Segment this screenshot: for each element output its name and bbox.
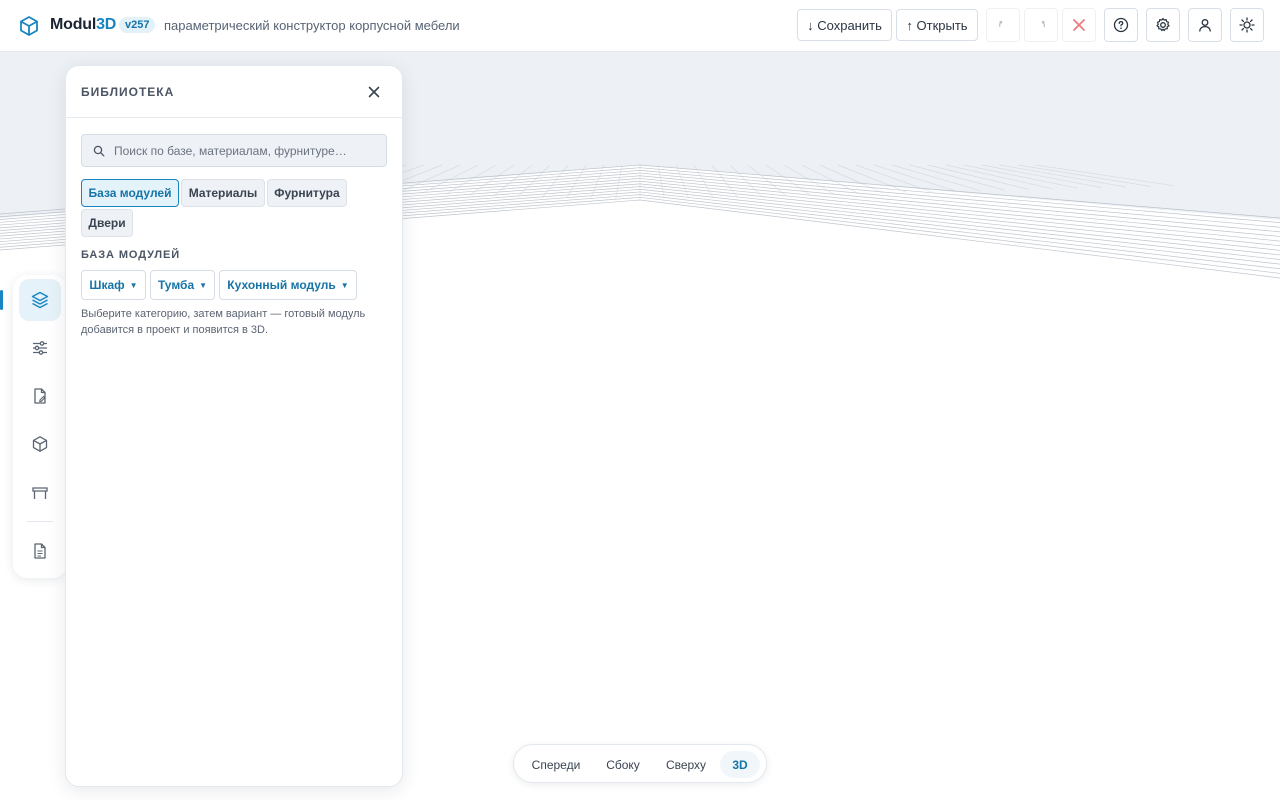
layers-icon <box>31 291 49 309</box>
close-icon <box>368 86 380 98</box>
undo-icon <box>999 20 1003 28</box>
caret-down-icon: ▼ <box>129 280 138 290</box>
caret-down-icon: ▼ <box>340 280 349 290</box>
help-button[interactable] <box>1104 8 1138 42</box>
category-label: Шкаф <box>89 278 125 292</box>
close-button[interactable] <box>364 82 384 102</box>
category-label: Тумба <box>157 278 195 292</box>
view-side-button[interactable]: Сбоку <box>598 751 648 778</box>
caret-down-icon: ▼ <box>199 280 208 290</box>
section-title: БАЗА МОДУЛЕЙ <box>81 249 181 261</box>
library-header: БИБЛИОТЕКА <box>66 66 402 118</box>
view-3d-button[interactable]: 3D <box>720 751 760 778</box>
clear-icon <box>1073 19 1085 31</box>
cube-logo-icon <box>20 16 38 36</box>
rail-item-model[interactable] <box>19 423 61 465</box>
gear-icon <box>1156 17 1170 32</box>
library-title: БИБЛИОТЕКА <box>81 85 175 99</box>
file-edit-icon <box>34 388 46 404</box>
user-button[interactable] <box>1188 8 1222 42</box>
top-bar: Modul3D v257 параметрический конструктор… <box>0 0 1280 52</box>
rail-item-edit[interactable] <box>19 375 61 417</box>
rail-item-library[interactable] <box>19 279 61 321</box>
table-icon <box>32 487 48 499</box>
library-search <box>81 134 387 167</box>
rail-item-parameters[interactable] <box>19 327 61 369</box>
search-icon <box>93 145 105 157</box>
category-dropdown-wardrobe[interactable]: Шкаф ▼ <box>81 270 146 300</box>
rail-divider <box>27 521 53 522</box>
library-hint: Выберите категорию, затем вариант — гото… <box>81 308 366 336</box>
grid-line <box>675 164 689 198</box>
view-top-button[interactable]: Сверху <box>658 751 714 778</box>
save-button[interactable]: ↓ Сохранить <box>797 9 892 41</box>
theme-toggle-button[interactable] <box>1230 8 1264 42</box>
user-icon <box>1199 19 1211 32</box>
tab-hardware[interactable]: Фурнитура <box>267 179 347 207</box>
brand-accent: 3D <box>96 16 117 33</box>
rail-active-indicator <box>0 290 3 310</box>
version-badge: v257 <box>119 17 156 33</box>
redo-icon <box>1041 20 1045 28</box>
app-title: Modul3D <box>50 16 116 34</box>
help-icon <box>1113 17 1129 33</box>
app-subtitle: параметрический конструктор корпусной ме… <box>164 18 460 33</box>
redo-button[interactable] <box>1024 8 1058 42</box>
tab-doors[interactable]: Двери <box>81 209 133 237</box>
sliders-icon <box>33 341 47 355</box>
box-icon <box>32 436 48 452</box>
clear-button[interactable] <box>1062 8 1096 42</box>
settings-button[interactable] <box>1146 8 1180 42</box>
rail-item-furniture[interactable] <box>19 472 61 514</box>
tab-modules[interactable]: База модулей <box>81 179 179 207</box>
library-panel: БИБЛИОТЕКА База модулей Материалы Фурнит… <box>65 65 403 787</box>
open-button[interactable]: ↑ Открыть <box>896 9 978 41</box>
rail-item-report[interactable] <box>19 530 61 572</box>
view-front-button[interactable]: Спереди <box>524 751 588 778</box>
tab-materials[interactable]: Материалы <box>181 179 265 207</box>
undo-button[interactable] <box>986 8 1020 42</box>
view-switcher: Спереди Сбоку Сверху 3D <box>513 744 767 783</box>
sun-icon <box>1239 17 1255 33</box>
category-label: Кухонный модуль <box>227 278 336 292</box>
document-icon <box>34 543 46 559</box>
category-dropdown-kitchen[interactable]: Кухонный модуль ▼ <box>219 270 357 300</box>
search-input[interactable] <box>114 141 378 161</box>
category-dropdown-cabinet[interactable]: Тумба ▼ <box>150 270 215 300</box>
left-toolbar <box>13 275 67 578</box>
brand-main: Modul <box>50 16 97 33</box>
